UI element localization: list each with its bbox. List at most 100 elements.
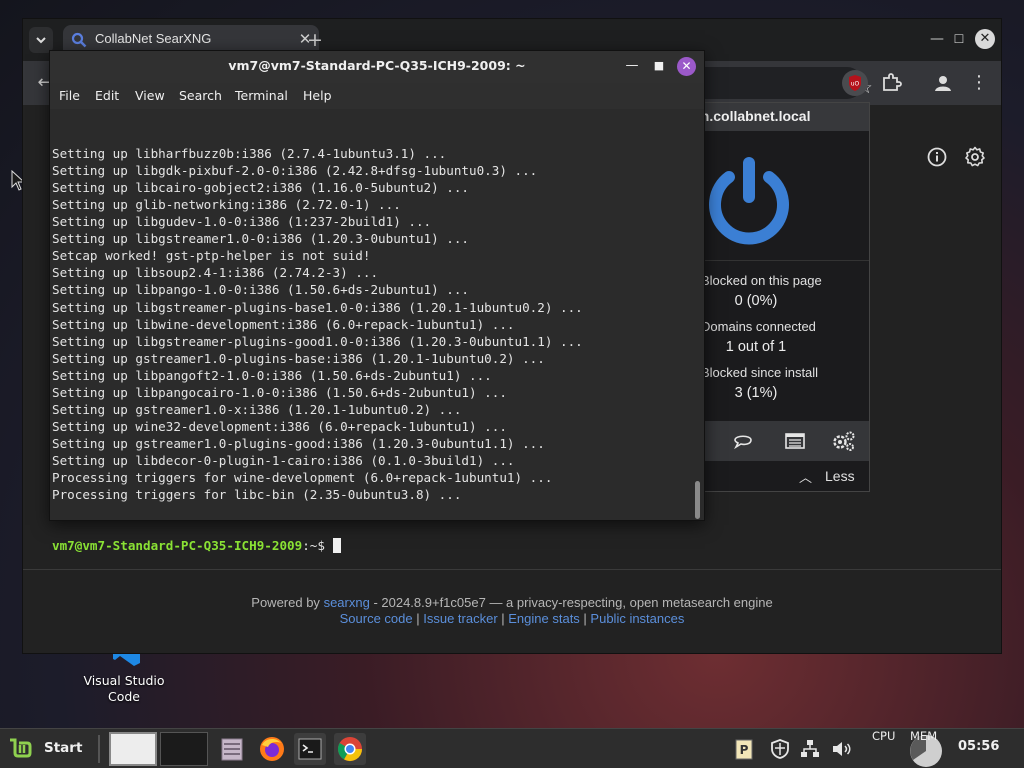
terminal-minimize-button[interactable]: — bbox=[623, 57, 641, 75]
ublock-origin-icon[interactable]: uO bbox=[841, 69, 869, 97]
popup-toolbar bbox=[681, 421, 869, 461]
terminal-menubar: File Edit View Search Terminal Help bbox=[50, 83, 704, 109]
cpu-monitor[interactable]: CPU bbox=[866, 729, 906, 768]
settings-gear-icon[interactable] bbox=[963, 145, 987, 169]
terminal-titlebar[interactable]: vm7@vm7-Standard-PC-Q35-ICH9-2009: ~ — ■… bbox=[50, 51, 704, 83]
linux-mint-logo-icon bbox=[10, 738, 32, 758]
terminal-cursor bbox=[332, 538, 341, 554]
issue-tracker-link[interactable]: Issue tracker bbox=[423, 611, 497, 626]
terminal-line: Setting up gstreamer1.0-x:i386 (1.20.1-1… bbox=[52, 401, 462, 417]
terminal-line: Setting up glib-networking:i386 (2.72.0-… bbox=[52, 197, 401, 213]
search-icon bbox=[71, 32, 87, 48]
terminal-close-button[interactable]: ✕ bbox=[677, 57, 696, 76]
terminal-line: Setting up libgudev-1.0-0:i386 (1:237-2b… bbox=[52, 214, 432, 230]
terminal-line: Setting up libgstreamer1.0-0:i386 (1.20.… bbox=[52, 231, 470, 247]
less-label[interactable]: Less bbox=[825, 468, 855, 484]
terminal-lines: Setting up libharfbuzz0b:i386 (2.7.4-1ub… bbox=[52, 145, 688, 503]
popup-header: ch.collabnet.local bbox=[681, 103, 869, 131]
start-button[interactable]: Start bbox=[6, 733, 88, 765]
chat-bubble-icon[interactable] bbox=[731, 429, 755, 453]
svg-text:uO: uO bbox=[851, 81, 860, 88]
terminal-line: Setting up libdecor-0-plugin-1-cairo:i38… bbox=[52, 452, 515, 468]
mem-label: MEM bbox=[910, 729, 938, 743]
menu-terminal[interactable]: Terminal bbox=[235, 88, 288, 103]
taskbar-separator bbox=[98, 735, 100, 763]
network-icon[interactable] bbox=[798, 737, 822, 761]
stat-label-blocked-page: Blocked on this page bbox=[701, 273, 822, 288]
public-instances-link[interactable]: Public instances bbox=[590, 611, 684, 626]
menu-help[interactable]: Help bbox=[303, 88, 332, 103]
terminal-line: Setting up libgstreamer-plugins-base1.0-… bbox=[52, 299, 583, 315]
popup-less-toggle[interactable]: ︿ Less bbox=[681, 461, 869, 491]
browser-close-button[interactable]: ✕ bbox=[975, 29, 995, 49]
terminal-line: Setcap worked! gst-ptp-helper is not sui… bbox=[52, 248, 371, 264]
dashboard-gears-icon[interactable] bbox=[831, 429, 857, 453]
terminal-maximize-button[interactable]: ■ bbox=[650, 57, 668, 75]
workspace-1[interactable] bbox=[109, 732, 157, 766]
terminal-line: Setting up libsoup2.4-1:i386 (2.74.2-3) … bbox=[52, 265, 379, 281]
browser-menu-kebab-icon[interactable]: ⋮ bbox=[967, 69, 991, 97]
menu-search[interactable]: Search bbox=[179, 88, 222, 103]
terminal-line: Setting up libpango-1.0-0:i386 (1.50.6+d… bbox=[52, 282, 470, 298]
terminal-output-area[interactable]: Setting up libharfbuzz0b:i386 (2.7.4-1ub… bbox=[50, 109, 704, 554]
menu-edit[interactable]: Edit bbox=[95, 88, 119, 103]
tab-title: CollabNet SearXNG bbox=[95, 31, 212, 46]
stat-label-domains: Domains connected bbox=[701, 319, 816, 334]
terminal-line: Setting up gstreamer1.0-plugins-good:i38… bbox=[52, 435, 545, 451]
prompt-user: vm7@vm7-Standard-PC-Q35-ICH9-2009 bbox=[52, 538, 303, 554]
popup-stats: Blocked on this page 0 (0%) Domains conn… bbox=[681, 261, 869, 421]
power-button-icon[interactable] bbox=[701, 145, 797, 245]
terminal-line: Setting up gstreamer1.0-plugins-base:i38… bbox=[52, 350, 545, 366]
footer-separator: | bbox=[412, 610, 424, 626]
version-text: - 2024.8.9+f1c05e7 — a privacy-respectin… bbox=[373, 595, 773, 610]
engine-stats-link[interactable]: Engine stats bbox=[508, 611, 580, 626]
profile-avatar-icon[interactable] bbox=[929, 69, 957, 97]
terminal-line: Processing triggers for libc-bin (2.35-0… bbox=[52, 487, 462, 503]
terminal-line: Setting up libharfbuzz0b:i386 (2.7.4-1ub… bbox=[52, 146, 447, 162]
browser-maximize-button[interactable]: ☐ bbox=[949, 29, 969, 49]
menu-file[interactable]: File bbox=[59, 88, 80, 103]
terminal-line: Setting up wine32-development:i386 (6.0+… bbox=[52, 418, 507, 434]
popup-hostname: ch.collabnet.local bbox=[693, 108, 811, 124]
footer-separator: | bbox=[579, 610, 591, 626]
terminal-line: Setting up libwine-development:i386 (6.0… bbox=[52, 316, 515, 332]
cpu-label: CPU bbox=[872, 729, 896, 743]
power-switch-area bbox=[681, 131, 869, 261]
taskbar: Start P CPU MEM 05:56 bbox=[0, 728, 1024, 768]
prompt-symbol: :~$ bbox=[302, 538, 333, 554]
ublock-popup: ch.collabnet.local Blocked on this page … bbox=[680, 102, 870, 492]
new-tab-button[interactable]: + bbox=[305, 29, 325, 51]
vscode-shortcut-label[interactable]: Visual Studio Code bbox=[70, 673, 178, 705]
svg-text:P: P bbox=[740, 743, 749, 757]
browser-minimize-button[interactable]: — bbox=[927, 29, 947, 49]
powered-by-text: Powered by bbox=[251, 595, 320, 610]
source-code-link[interactable]: Source code bbox=[340, 611, 413, 626]
clipboard-manager-icon[interactable]: P bbox=[732, 737, 756, 761]
chrome-icon[interactable] bbox=[334, 733, 366, 765]
searxng-link[interactable]: searxng bbox=[324, 595, 370, 610]
footer-separator: | bbox=[497, 610, 509, 626]
clock[interactable]: 05:56 bbox=[958, 739, 999, 754]
extensions-puzzle-icon[interactable] bbox=[877, 69, 905, 97]
terminal-window: vm7@vm7-Standard-PC-Q35-ICH9-2009: ~ — ■… bbox=[49, 50, 705, 554]
stat-label-blocked-install: Blocked since install bbox=[701, 365, 819, 380]
start-label: Start bbox=[44, 740, 83, 756]
volume-icon[interactable] bbox=[830, 737, 854, 761]
shield-icon[interactable] bbox=[768, 737, 792, 761]
info-icon[interactable] bbox=[925, 145, 949, 169]
workspace-2[interactable] bbox=[160, 732, 208, 766]
memory-monitor[interactable]: MEM bbox=[906, 729, 946, 768]
terminal-scrollbar[interactable] bbox=[695, 481, 700, 519]
terminal-prompt-line[interactable]: vm7@vm7-Standard-PC-Q35-ICH9-2009:~$ bbox=[52, 537, 688, 554]
terminal-icon[interactable] bbox=[294, 733, 326, 765]
terminal-line: Setting up libcairo-gobject2:i386 (1.16.… bbox=[52, 180, 470, 196]
files-icon[interactable] bbox=[216, 733, 248, 765]
terminal-title: vm7@vm7-Standard-PC-Q35-ICH9-2009: ~ bbox=[228, 58, 526, 73]
firefox-icon[interactable] bbox=[256, 733, 288, 765]
footer-line-1: Powered by searxng - 2024.8.9+f1c05e7 — … bbox=[23, 595, 1001, 611]
menu-view[interactable]: View bbox=[135, 88, 165, 103]
terminal-line: Processing triggers for wine-development… bbox=[52, 469, 553, 485]
logger-list-icon[interactable] bbox=[783, 429, 807, 453]
terminal-line: Setting up libgstreamer-plugins-good1.0-… bbox=[52, 333, 583, 349]
page-footer: Powered by searxng - 2024.8.9+f1c05e7 — … bbox=[23, 595, 1001, 626]
